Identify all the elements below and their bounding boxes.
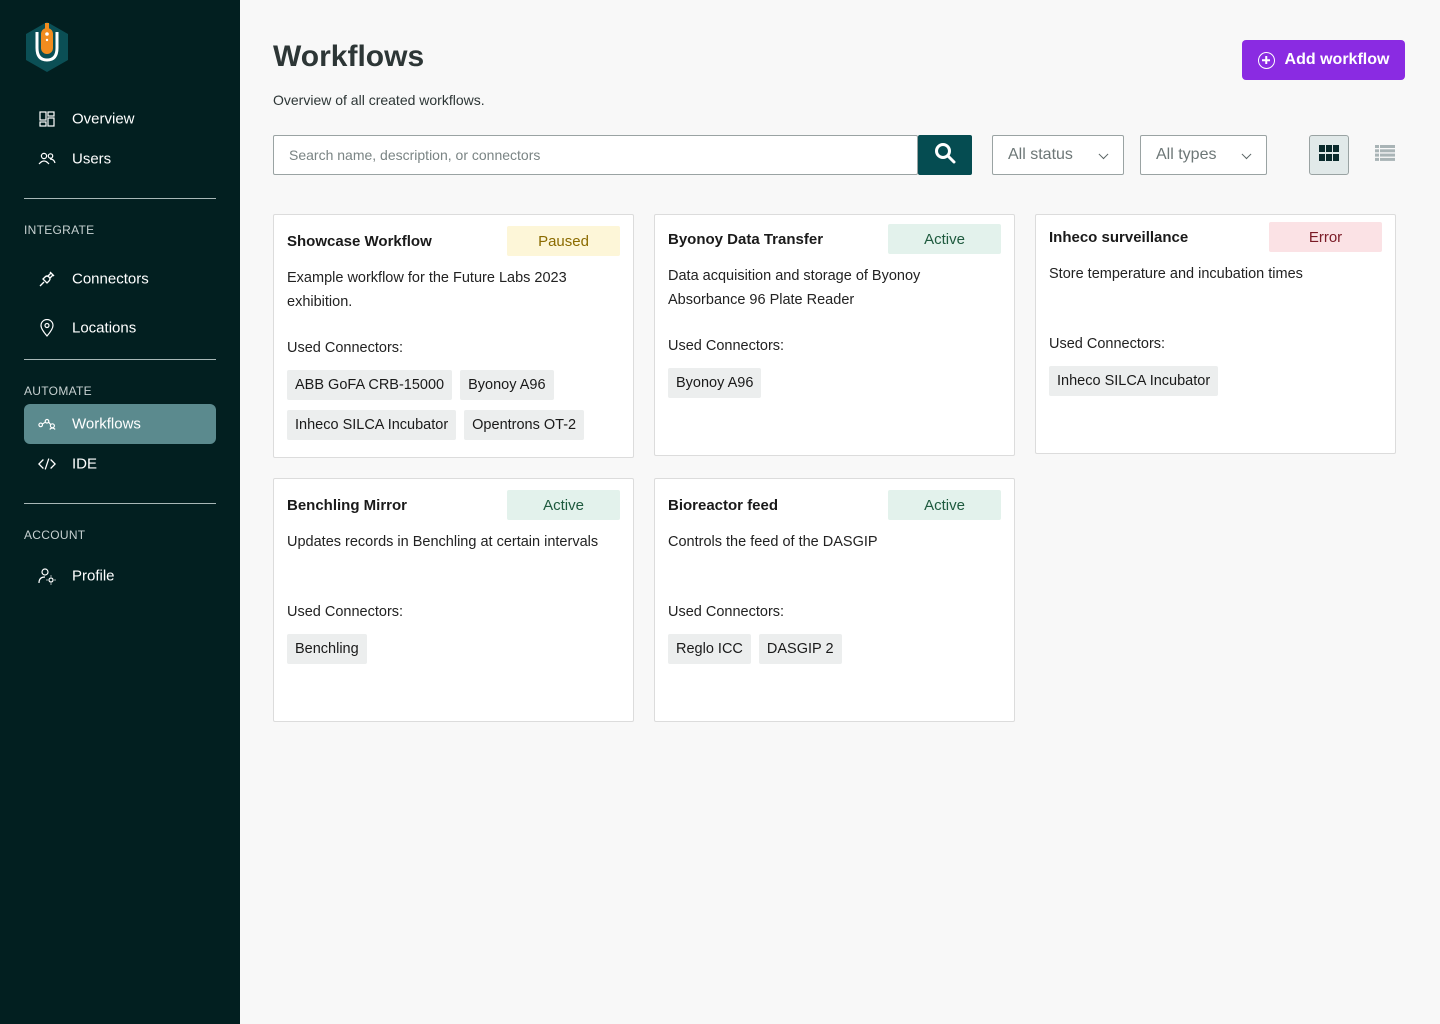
connector-tag: ABB GoFA CRB-15000 xyxy=(287,370,453,400)
search-icon xyxy=(934,142,956,169)
connector-tag: Byonoy A96 xyxy=(460,370,554,400)
sidebar-item-overview[interactable]: Overview xyxy=(24,99,216,139)
connector-tag: Reglo ICC xyxy=(668,634,751,664)
search-input[interactable] xyxy=(273,135,918,175)
used-connectors-label: Used Connectors: xyxy=(287,340,404,356)
code-icon xyxy=(38,455,56,473)
workflow-icon xyxy=(38,415,56,433)
section-label-integrate: INTEGRATE xyxy=(24,223,95,237)
status-select[interactable]: All status xyxy=(992,135,1124,175)
status-badge: Active xyxy=(507,490,620,520)
workflow-card[interactable]: Showcase Workflow Paused Example workflo… xyxy=(273,214,634,458)
plus-circle-icon xyxy=(1257,51,1275,69)
app-logo[interactable] xyxy=(24,20,70,76)
section-label-automate: AUTOMATE xyxy=(24,384,92,398)
sidebar-item-workflows[interactable]: Workflows xyxy=(24,404,216,444)
location-pin-icon xyxy=(38,319,56,337)
workflow-card[interactable]: Inheco surveillance Error Store temperat… xyxy=(1035,214,1396,454)
workflow-card[interactable]: Benchling Mirror Active Updates records … xyxy=(273,478,634,722)
page-subtitle: Overview of all created workflows. xyxy=(273,92,485,108)
sidebar-item-label: Workflows xyxy=(72,415,141,433)
sidebar-item-connectors[interactable]: Connectors xyxy=(24,259,216,299)
sidebar-item-label: Locations xyxy=(72,319,137,337)
plug-icon xyxy=(38,270,56,288)
used-connectors-label: Used Connectors: xyxy=(668,604,785,620)
add-workflow-label: Add workflow xyxy=(1284,51,1390,68)
sidebar-item-label: Overview xyxy=(72,110,135,128)
sidebar-item-profile[interactable]: Profile xyxy=(24,556,216,596)
connector-tag: Byonoy A96 xyxy=(668,368,762,398)
sidebar-item-users[interactable]: Users xyxy=(24,139,216,179)
workflow-description: Updates records in Benchling at certain … xyxy=(287,534,599,550)
connector-tags: Reglo ICC DASGIP 2 xyxy=(668,634,1008,664)
types-select-value: All types xyxy=(1156,146,1217,163)
dashboard-icon xyxy=(38,110,56,128)
workflow-title: Bioreactor feed xyxy=(668,497,779,514)
list-icon xyxy=(1375,144,1395,166)
types-select[interactable]: All types xyxy=(1140,135,1267,175)
status-badge: Active xyxy=(888,224,1001,254)
connector-tags: Benchling xyxy=(287,634,627,664)
workflow-description: Data acquisition and storage of Byonoy A… xyxy=(668,268,921,308)
connector-tag: Opentrons OT-2 xyxy=(464,410,585,440)
grid-icon xyxy=(1319,144,1339,166)
connector-tag: Inheco SILCA Incubator xyxy=(1049,366,1219,396)
sidebar-item-label: Connectors xyxy=(72,270,149,288)
sidebar: Overview Users INTEGRATE Connectors Loca… xyxy=(0,0,240,1024)
users-icon xyxy=(38,150,56,168)
search-button[interactable] xyxy=(918,135,972,175)
status-select-value: All status xyxy=(1008,146,1073,163)
grid-view-toggle[interactable] xyxy=(1309,135,1349,175)
workflow-title: Benchling Mirror xyxy=(287,497,408,514)
connector-tag: Inheco SILCA Incubator xyxy=(287,410,457,440)
workflow-description: Example workflow for the Future Labs 202… xyxy=(287,270,567,310)
sidebar-item-label: IDE xyxy=(72,455,98,473)
used-connectors-label: Used Connectors: xyxy=(668,338,785,354)
workflow-title: Inheco surveillance xyxy=(1049,229,1189,246)
workflow-description: Controls the feed of the DASGIP xyxy=(668,534,878,550)
status-badge: Paused xyxy=(507,226,620,256)
workflow-card[interactable]: Bioreactor feed Active Controls the feed… xyxy=(654,478,1015,722)
sidebar-divider xyxy=(24,198,216,199)
status-badge: Active xyxy=(888,490,1001,520)
chevron-down-icon xyxy=(1241,149,1252,160)
list-view-toggle[interactable] xyxy=(1365,135,1405,175)
sidebar-divider xyxy=(24,503,216,504)
connector-tag: Benchling xyxy=(287,634,367,664)
workflow-card[interactable]: Byonoy Data Transfer Active Data acquisi… xyxy=(654,214,1015,456)
chevron-down-icon xyxy=(1098,149,1109,160)
connector-tag: DASGIP 2 xyxy=(758,634,842,664)
used-connectors-label: Used Connectors: xyxy=(287,604,404,620)
workflow-title: Byonoy Data Transfer xyxy=(668,231,824,248)
workflow-title: Showcase Workflow xyxy=(287,233,432,250)
add-workflow-button[interactable]: Add workflow xyxy=(1242,40,1405,80)
used-connectors-label: Used Connectors: xyxy=(1049,336,1166,352)
sidebar-divider xyxy=(24,359,216,360)
sidebar-item-ide[interactable]: IDE xyxy=(24,444,216,484)
sidebar-item-label: Profile xyxy=(72,567,115,585)
sidebar-item-locations[interactable]: Locations xyxy=(24,308,216,348)
page-title: Workflows xyxy=(273,40,425,73)
section-label-account: ACCOUNT xyxy=(24,528,86,542)
workflow-description: Store temperature and incubation times xyxy=(1049,266,1303,282)
connector-tags: Byonoy A96 xyxy=(668,368,1008,398)
profile-settings-icon xyxy=(38,567,56,585)
status-badge: Error xyxy=(1269,222,1382,252)
connector-tags: ABB GoFA CRB-15000 Byonoy A96 Inheco SIL… xyxy=(287,370,627,440)
connector-tags: Inheco SILCA Incubator xyxy=(1049,366,1389,396)
sidebar-item-label: Users xyxy=(72,150,112,168)
